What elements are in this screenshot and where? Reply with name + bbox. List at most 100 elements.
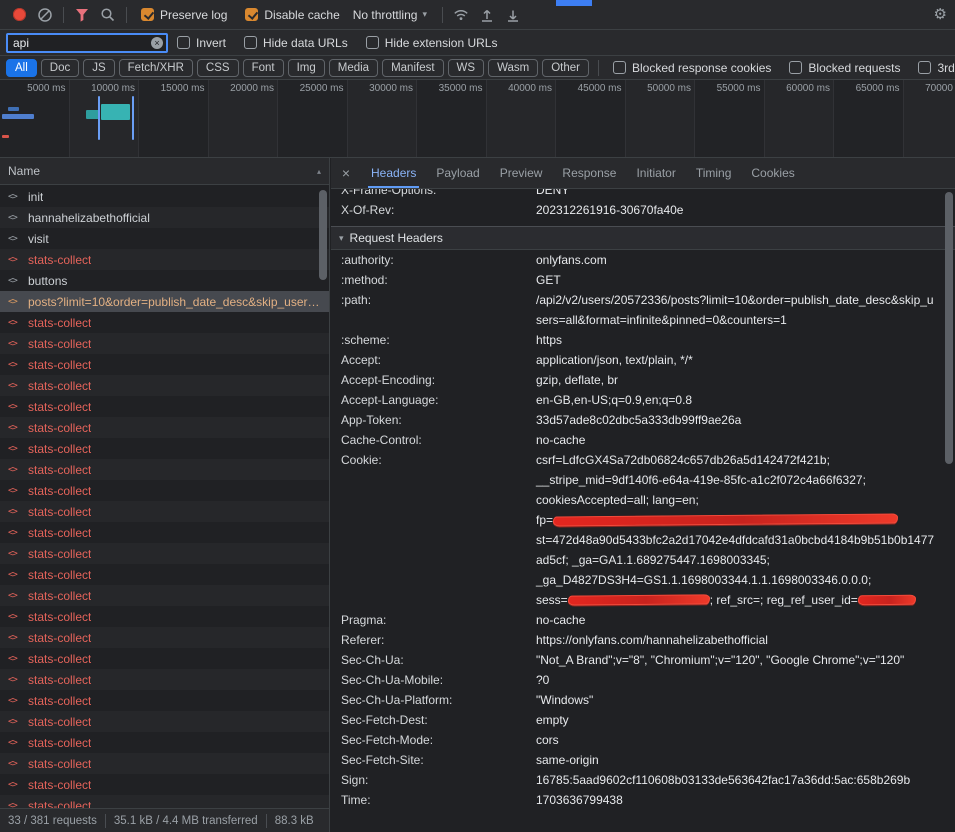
blocked-response-cookies-checkbox[interactable] [613, 61, 626, 74]
request-row[interactable]: <>buttons [0, 270, 329, 291]
timeline-column: 60000 ms [765, 80, 835, 157]
request-row[interactable]: <>stats-collect [0, 606, 329, 627]
request-row[interactable]: <>init [0, 186, 329, 207]
timeline-overview[interactable]: 5000 ms10000 ms15000 ms20000 ms25000 ms3… [0, 80, 955, 158]
settings-gear-icon[interactable]: ⚙ [934, 5, 947, 25]
request-row[interactable]: <>stats-collect [0, 459, 329, 480]
request-row[interactable]: <>stats-collect [0, 333, 329, 354]
request-row[interactable]: <>stats-collect [0, 711, 329, 732]
request-row[interactable]: <>hannahelizabethofficial [0, 207, 329, 228]
blocked-response-cookies-toggle[interactable]: Blocked response cookies [613, 61, 771, 75]
tab-initiator[interactable]: Initiator [626, 158, 685, 188]
filter-pill-manifest[interactable]: Manifest [382, 59, 443, 77]
filter-pill-css[interactable]: CSS [197, 59, 239, 77]
preserve-log-checkbox[interactable] [141, 8, 154, 21]
close-details-button[interactable]: × [331, 165, 361, 181]
tab-headers[interactable]: Headers [361, 158, 426, 188]
throttling-select[interactable]: No throttling ▾ [353, 8, 427, 22]
filter-pill-all[interactable]: All [6, 59, 37, 77]
tab-cookies[interactable]: Cookies [741, 158, 804, 188]
disable-cache-checkbox[interactable] [245, 8, 258, 21]
filter-pill-doc[interactable]: Doc [41, 59, 79, 77]
file-type-icon: <> [8, 318, 23, 328]
invert-checkbox[interactable] [177, 36, 190, 49]
request-row[interactable]: <>stats-collect [0, 732, 329, 753]
third-party-requests-toggle[interactable]: 3rd-party requests [918, 61, 955, 75]
request-row[interactable]: <>posts?limit=10&order=publish_date_desc… [0, 291, 329, 312]
request-row[interactable]: <>stats-collect [0, 249, 329, 270]
request-row[interactable]: <>stats-collect [0, 648, 329, 669]
request-list-scrollbar[interactable] [319, 190, 327, 280]
filter-input-box[interactable]: × [6, 33, 168, 53]
toolbar-divider [598, 60, 599, 76]
request-row[interactable]: <>stats-collect [0, 396, 329, 417]
details-scrollbar[interactable] [945, 192, 953, 464]
blocked-requests-toggle[interactable]: Blocked requests [789, 61, 900, 75]
search-button[interactable] [95, 3, 121, 27]
blocked-requests-checkbox[interactable] [789, 61, 802, 74]
filter-pill-img[interactable]: Img [288, 59, 325, 77]
hide-data-urls-toggle[interactable]: Hide data URLs [244, 36, 348, 50]
invert-label: Invert [196, 36, 226, 50]
tab-preview[interactable]: Preview [490, 158, 553, 188]
filter-pill-fetch-xhr[interactable]: Fetch/XHR [119, 59, 193, 77]
request-row[interactable]: <>stats-collect [0, 669, 329, 690]
header-row: Sec-Fetch-Site:same-origin [331, 750, 955, 770]
request-row[interactable]: <>stats-collect [0, 690, 329, 711]
request-row[interactable]: <>stats-collect [0, 543, 329, 564]
request-row[interactable]: <>stats-collect [0, 753, 329, 774]
request-row[interactable]: <>stats-collect [0, 312, 329, 333]
filter-bar: × Invert Hide data URLs Hide extension U… [0, 30, 955, 56]
request-list-header[interactable]: Name ▴ [0, 158, 329, 185]
tab-payload[interactable]: Payload [426, 158, 489, 188]
filter-input[interactable] [13, 36, 151, 50]
request-row[interactable]: <>stats-collect [0, 501, 329, 522]
tab-timing[interactable]: Timing [686, 158, 742, 188]
throttling-value: No throttling [353, 8, 418, 22]
scroll-up-icon[interactable]: ▴ [317, 167, 321, 176]
redaction-scribble [568, 594, 710, 605]
request-row[interactable]: <>stats-collect [0, 417, 329, 438]
export-har-button[interactable] [500, 3, 526, 27]
hide-extension-urls-toggle[interactable]: Hide extension URLs [366, 36, 498, 50]
request-row[interactable]: <>stats-collect [0, 774, 329, 795]
request-row[interactable]: <>visit [0, 228, 329, 249]
request-name: stats-collect [28, 631, 91, 645]
filter-pill-media[interactable]: Media [329, 59, 378, 77]
request-row[interactable]: <>stats-collect [0, 522, 329, 543]
filter-pill-wasm[interactable]: Wasm [488, 59, 538, 77]
tab-response[interactable]: Response [552, 158, 626, 188]
clear-button[interactable] [32, 3, 58, 27]
name-column-header[interactable]: Name [8, 164, 40, 178]
request-row[interactable]: <>stats-collect [0, 375, 329, 396]
request-row[interactable]: <>stats-collect [0, 438, 329, 459]
filter-toggle-button[interactable] [69, 3, 95, 27]
request-row[interactable]: <>stats-collect [0, 627, 329, 648]
hide-extension-urls-checkbox[interactable] [366, 36, 379, 49]
request-row[interactable]: <>stats-collect [0, 480, 329, 501]
record-button[interactable] [6, 3, 32, 27]
request-row[interactable]: <>stats-collect [0, 564, 329, 585]
request-row[interactable]: <>stats-collect [0, 585, 329, 606]
filter-pill-ws[interactable]: WS [448, 59, 485, 77]
header-value: 33d57ade8c02dbc5a333db99ff9ae26a [536, 410, 955, 430]
header-value: DENY [536, 189, 955, 200]
filter-pill-other[interactable]: Other [542, 59, 589, 77]
import-har-button[interactable] [474, 3, 500, 27]
network-conditions-button[interactable] [448, 3, 474, 27]
third-party-requests-checkbox[interactable] [918, 61, 931, 74]
filter-pill-js[interactable]: JS [83, 59, 114, 77]
hide-data-urls-checkbox[interactable] [244, 36, 257, 49]
request-row[interactable]: <>stats-collect [0, 795, 329, 808]
filter-pill-font[interactable]: Font [243, 59, 284, 77]
request-headers-section[interactable]: ▾ Request Headers [331, 226, 955, 250]
request-row[interactable]: <>stats-collect [0, 354, 329, 375]
invert-toggle[interactable]: Invert [177, 36, 226, 50]
clear-filter-icon[interactable]: × [151, 37, 163, 49]
disable-cache-toggle[interactable]: Disable cache [245, 8, 339, 22]
preserve-log-toggle[interactable]: Preserve log [141, 8, 227, 22]
request-name: stats-collect [28, 799, 91, 809]
file-type-icon: <> [8, 381, 23, 391]
timeline-tick-label: 45000 ms [578, 83, 622, 94]
type-filter-pills: AllDocJS Fetch/XHRCSSFontImgMediaManifest… [6, 59, 593, 77]
